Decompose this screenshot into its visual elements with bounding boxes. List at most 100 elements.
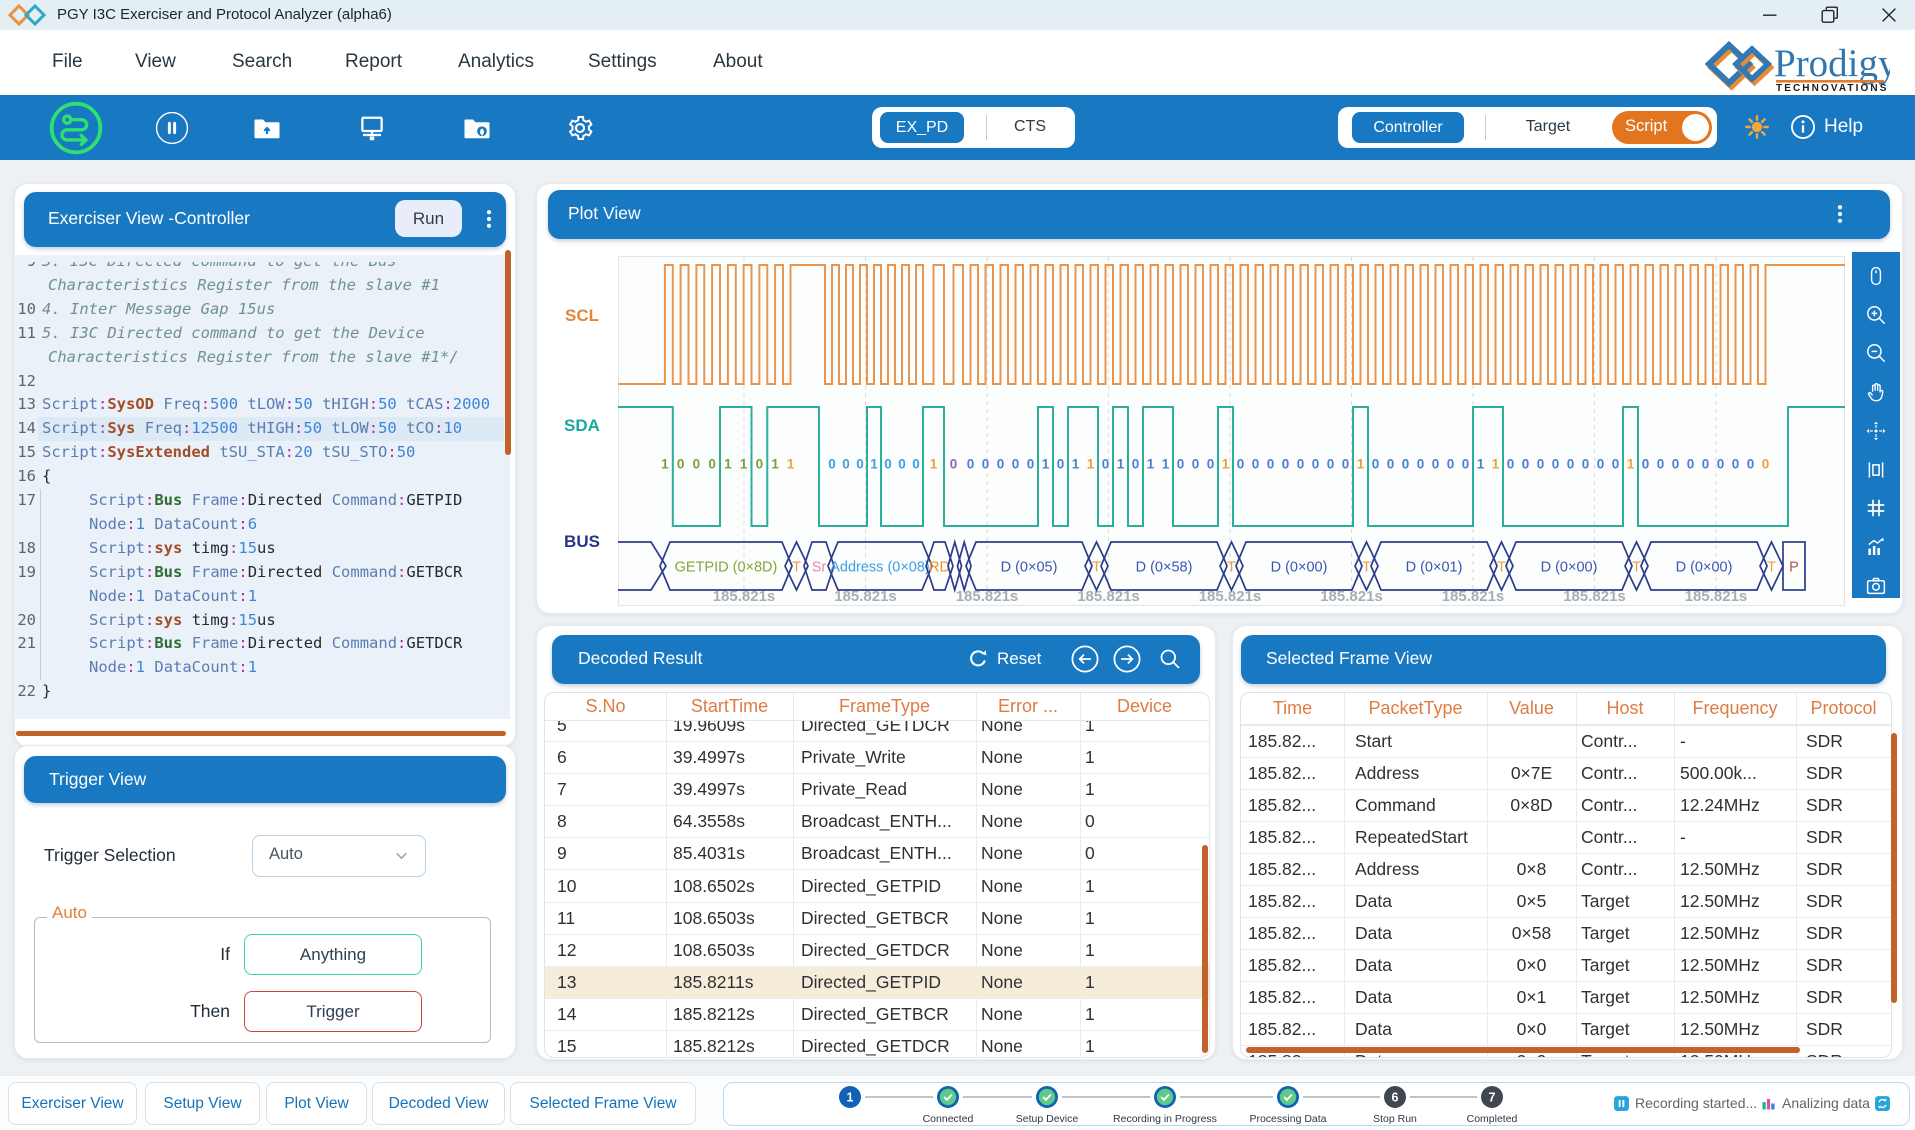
view-tab-decoded-view[interactable]: Decoded View: [372, 1082, 505, 1125]
close-button[interactable]: [1866, 0, 1912, 30]
bit-value: 0: [950, 457, 958, 472]
table-row[interactable]: 185.82...RepeatedStartContr...-SDR: [1241, 821, 1891, 853]
zoom-out-tool[interactable]: [1864, 341, 1888, 365]
grid-tool[interactable]: [1864, 496, 1888, 520]
menu-item-view[interactable]: View: [135, 51, 176, 73]
camera-tool[interactable]: [1864, 574, 1888, 598]
table-row[interactable]: 13185.8211sDirected_GETPIDNone1: [545, 966, 1209, 998]
table-row[interactable]: 185.82...StartContr...-SDR: [1241, 725, 1891, 757]
menu-item-about[interactable]: About: [713, 51, 763, 73]
column-header[interactable]: Host: [1576, 698, 1674, 719]
selected-vscrollbar[interactable]: [1891, 733, 1897, 1003]
editor-vscrollbar[interactable]: [505, 250, 511, 455]
column-header[interactable]: Error ...: [976, 696, 1080, 717]
pan-hand-tool[interactable]: [1864, 380, 1888, 404]
reset-button[interactable]: [965, 646, 991, 672]
bit-value: 0: [1297, 457, 1305, 472]
table-cell: None: [976, 721, 1080, 736]
exerciser-menu-button[interactable]: [472, 202, 506, 236]
column-header[interactable]: S.No: [545, 696, 666, 717]
move-arrows-tool[interactable]: [1864, 419, 1888, 443]
selected-hscrollbar[interactable]: [1246, 1047, 1800, 1053]
table-row[interactable]: 739.4997sPrivate_ReadNone1: [545, 773, 1209, 805]
settings-gear-button[interactable]: [565, 113, 595, 143]
monitor-network-button[interactable]: [357, 113, 387, 143]
table-row[interactable]: 864.3558sBroadcast_ENTH...None0: [545, 805, 1209, 837]
decoded-vscrollbar[interactable]: [1202, 845, 1208, 1053]
search-button[interactable]: [1158, 647, 1182, 671]
table-cell: 12.50MHz: [1674, 891, 1796, 912]
maximize-button[interactable]: [1807, 0, 1853, 30]
code-line-wrap: Characteristics Register from the slave …: [14, 274, 504, 298]
column-header[interactable]: Time: [1241, 698, 1344, 719]
column-header[interactable]: StartTime: [666, 696, 793, 717]
menu-item-report[interactable]: Report: [345, 51, 402, 73]
table-cell: SDR: [1796, 827, 1891, 848]
trigger-selection-dropdown[interactable]: Auto: [252, 835, 426, 877]
table-row[interactable]: 11108.6503sDirected_GETBCRNone1: [545, 902, 1209, 934]
split-columns-tool[interactable]: [1864, 458, 1888, 482]
line-number: 17: [14, 489, 36, 513]
then-trigger-button[interactable]: Trigger: [244, 991, 422, 1032]
theme-button[interactable]: [1743, 113, 1771, 141]
minimize-button[interactable]: [1747, 0, 1793, 30]
view-tab-plot-view[interactable]: Plot View: [266, 1082, 367, 1125]
column-header[interactable]: Value: [1487, 698, 1576, 719]
column-header[interactable]: PacketType: [1344, 698, 1487, 719]
role-target-button[interactable]: Target: [1513, 118, 1583, 136]
column-header[interactable]: Protocol: [1796, 698, 1891, 719]
line-number: 13: [14, 393, 36, 417]
menu-item-file[interactable]: File: [52, 51, 83, 73]
table-row[interactable]: 10108.6502sDirected_GETPIDNone1: [545, 869, 1209, 901]
menu-item-analytics[interactable]: Analytics: [458, 51, 534, 73]
zoom-in-tool[interactable]: [1864, 303, 1888, 327]
pause-button[interactable]: [155, 111, 189, 145]
table-row[interactable]: 185.82...Data0×0Target12.50MHzSDR: [1241, 949, 1891, 981]
editor-hscrollbar[interactable]: [16, 731, 506, 736]
table-cell: 10: [545, 876, 666, 897]
next-frame-button[interactable]: [1113, 645, 1141, 673]
column-header[interactable]: Frequency: [1674, 698, 1796, 719]
column-header[interactable]: Device: [1080, 696, 1209, 717]
trend-chart-tool[interactable]: [1864, 535, 1888, 559]
flow-run-button[interactable]: [49, 101, 103, 155]
table-row[interactable]: 185.82...Address0×8Contr...12.50MHzSDR: [1241, 853, 1891, 885]
folder-upload-icon: [252, 113, 282, 143]
table-row[interactable]: 185.82...Data0×0Target12.50MHzSDR: [1241, 1013, 1891, 1045]
view-tab-selected-frame-view[interactable]: Selected Frame View: [510, 1082, 696, 1125]
plot-menu-button[interactable]: [1824, 198, 1856, 230]
close-icon: [1877, 3, 1901, 27]
table-row[interactable]: 14185.8212sDirected_GETBCRNone1: [545, 998, 1209, 1030]
if-anything-button[interactable]: Anything: [244, 934, 422, 975]
menu-item-settings[interactable]: Settings: [588, 51, 657, 73]
column-header[interactable]: FrameType: [793, 696, 976, 717]
table-row[interactable]: 185.82...Data0×5Target12.50MHzSDR: [1241, 885, 1891, 917]
mode-ex-pd-button[interactable]: EX_PD: [880, 112, 964, 143]
menu-item-search[interactable]: Search: [232, 51, 292, 73]
table-row[interactable]: 985.4031sBroadcast_ENTH...None0: [545, 837, 1209, 869]
table-row[interactable]: 12108.6503sDirected_GETDCRNone1: [545, 934, 1209, 966]
bottom-bar: Exerciser ViewSetup ViewPlot ViewDecoded…: [0, 1075, 1915, 1130]
script-toggle[interactable]: Script: [1612, 111, 1712, 144]
role-controller-button[interactable]: Controller: [1352, 112, 1464, 143]
table-row[interactable]: 639.4997sPrivate_WriteNone1: [545, 741, 1209, 773]
folder-upload-button[interactable]: [252, 113, 282, 143]
table-row[interactable]: 519.9609sDirected_GETDCRNone1: [545, 721, 1209, 741]
table-cell: 1: [1080, 1036, 1209, 1057]
view-tab-setup-view[interactable]: Setup View: [145, 1082, 260, 1125]
table-row[interactable]: 185.82...Command0×8DContr...12.24MHzSDR: [1241, 789, 1891, 821]
sync-square-icon: [1874, 1095, 1891, 1112]
mouse-tool[interactable]: [1864, 264, 1888, 288]
table-row[interactable]: 185.82...Data0×58Target12.50MHzSDR: [1241, 917, 1891, 949]
table-row[interactable]: 185.82...Address0×7EContr...500.00k...SD…: [1241, 757, 1891, 789]
table-row[interactable]: 185.82...Data0×1Target12.50MHzSDR: [1241, 981, 1891, 1013]
table-row[interactable]: 15185.8212sDirected_GETDCRNone1: [545, 1030, 1209, 1057]
run-button[interactable]: Run: [395, 200, 462, 237]
table-cell: -: [1674, 827, 1796, 848]
folder-location-button[interactable]: [462, 113, 492, 143]
view-tab-exerciser-view[interactable]: Exerciser View: [8, 1082, 137, 1125]
mode-cts-button[interactable]: CTS: [1000, 118, 1060, 136]
prev-frame-button[interactable]: [1071, 645, 1099, 673]
help-button[interactable]: [1790, 114, 1816, 140]
waveform[interactable]: 185.821s185.821s185.821s185.821s185.821s…: [610, 250, 1852, 612]
